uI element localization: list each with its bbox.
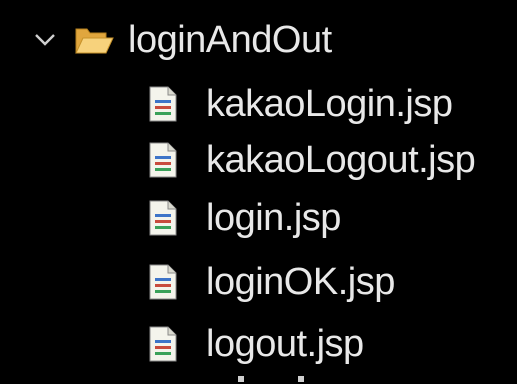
tree-file-item[interactable]: kakaoLogout.jsp (148, 132, 476, 188)
folder-name: loginAndOut (128, 19, 332, 61)
partial-glyph (238, 376, 244, 382)
jsp-file-icon (148, 264, 178, 300)
tree-folder-loginAndOut[interactable]: loginAndOut (30, 12, 332, 68)
partial-next-item (238, 376, 304, 382)
tree-file-item[interactable]: logout.jsp (148, 316, 364, 372)
jsp-file-icon (148, 200, 178, 236)
tree-file-item[interactable]: kakaoLogin.jsp (148, 76, 453, 132)
file-name: loginOK.jsp (206, 261, 395, 303)
file-name: logout.jsp (206, 323, 364, 365)
tree-file-item[interactable]: login.jsp (148, 190, 341, 246)
file-name: login.jsp (206, 197, 341, 239)
project-explorer-tree: loginAndOut kakaoLogin.jsp kakaoLogout.j… (0, 0, 523, 390)
tree-file-item[interactable]: loginOK.jsp (148, 254, 395, 310)
file-name: kakaoLogout.jsp (206, 139, 476, 181)
jsp-file-icon (148, 326, 178, 362)
jsp-file-icon (148, 142, 178, 178)
partial-glyph (298, 376, 304, 382)
jsp-file-icon (148, 86, 178, 122)
folder-open-icon (74, 23, 114, 57)
file-name: kakaoLogin.jsp (206, 83, 453, 125)
chevron-down-icon[interactable] (30, 25, 60, 55)
